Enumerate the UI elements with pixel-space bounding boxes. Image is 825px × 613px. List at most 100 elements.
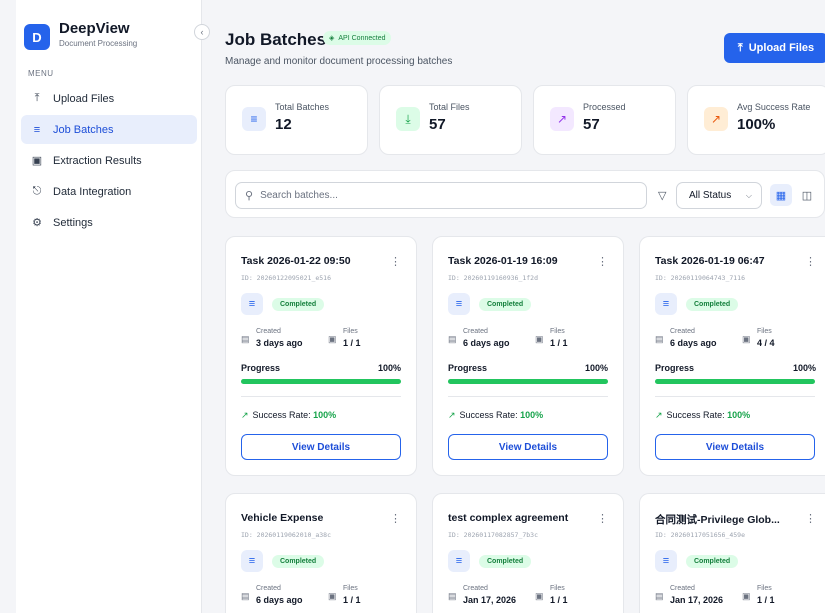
success-rate-label: Success Rate: [459,410,518,420]
stat-label: Total Files [429,102,470,112]
file-icon: ▣ [742,334,751,344]
file-icon: ▣ [535,334,544,344]
menu-heading: MENU [28,69,54,78]
more-icon[interactable]: ⋮ [597,512,608,525]
progress-bar [448,379,608,384]
created-value: 6 days ago [463,338,510,348]
files-value: 1 / 1 [343,595,361,605]
created-label: Created [256,328,281,335]
trend-up-icon: ↗ [241,410,249,420]
trend-up-icon: ↗ [448,410,456,420]
sidebar-item-label: Extraction Results [53,154,142,167]
calendar-icon: ▤ [448,591,457,601]
files-value: 1 / 1 [550,595,568,605]
card-id: ID: 20260122095021_e516 [241,274,332,282]
card-title: Task 2026-01-22 09:50 [241,255,351,267]
files-label: Files [550,585,565,592]
upload-files-label: Upload Files [748,42,815,54]
card-id: ID: 20260119062010_a38c [241,531,332,539]
sidebar: D DeepView Document Processing ‹ MENU ⤒ … [16,0,210,613]
status-badge: Completed [272,298,325,311]
stat-card-total-files: ⤓ Total Files 57 [379,85,522,155]
chevron-left-icon[interactable]: ‹ [194,24,210,40]
stat-label: Processed [583,102,626,112]
file-icon: ▣ [328,334,337,344]
files-label: Files [343,585,358,592]
chevron-down-icon: ⌵ [745,190,752,200]
view-toggle: ▦ ◫ [770,184,822,208]
created-value: 3 days ago [256,338,303,348]
api-status-label: API Connected [338,34,386,42]
files-value: 4 / 4 [757,338,775,348]
stat-card-total-batches: ≡ Total Batches 12 [225,85,368,155]
calendar-icon: ▤ [655,591,664,601]
brand[interactable]: D DeepView Document Processing [24,20,137,50]
stat-value: 100% [737,116,776,133]
view-details-button[interactable]: View Details [655,434,815,460]
more-icon[interactable]: ⋮ [390,512,401,525]
status-badge: Completed [479,555,532,568]
card-id: ID: 20260119160936_1f2d [448,274,539,282]
sidebar-item-upload-files[interactable]: ⤒ Upload Files [21,84,197,113]
view-details-button[interactable]: View Details [448,434,608,460]
plug-icon: ⎋ [32,185,42,197]
upload-icon: ⤒ [34,92,40,104]
batch-card: Task 2026-01-19 16:09 ⋮ ID: 202601191609… [432,236,624,476]
created-value: Jan 17, 2026 [670,595,724,605]
more-icon[interactable]: ⋮ [390,255,401,268]
more-icon[interactable]: ⋮ [805,512,816,525]
card-id: ID: 20260117082857_7b3c [448,531,539,539]
created-value: 6 days ago [256,595,303,605]
layers-icon: ≡ [33,123,41,136]
card-id: ID: 20260119064743_7116 [655,274,746,282]
created-label: Created [670,328,695,335]
sidebar-item-label: Settings [53,216,93,229]
grid-icon[interactable]: ▦ [770,184,792,206]
stat-card-processed: ↗ Processed 57 [533,85,676,155]
success-rate: ↗ Success Rate: 100% [655,410,750,421]
upload-files-button[interactable]: ⤒ Upload Files [724,33,825,63]
search-box: ⚲ [235,182,647,209]
files-value: 1 / 1 [550,338,568,348]
success-rate-label: Success Rate: [666,410,725,420]
table-icon[interactable]: ◫ [796,184,818,206]
sidebar-item-data-integration[interactable]: ⎋ Data Integration [21,177,197,206]
progress-bar [655,379,815,384]
card-title: Task 2026-01-19 16:09 [448,255,558,267]
files-label: Files [343,328,358,335]
status-badge: Completed [272,555,325,568]
stat-label: Avg Success Rate [737,102,811,112]
layers-icon: ≡ [448,550,470,572]
success-rate: ↗ Success Rate: 100% [448,410,543,421]
stat-value: 57 [429,116,446,133]
filter-icon[interactable]: ▽ [658,189,666,202]
sidebar-item-job-batches[interactable]: ≡ Job Batches [21,115,197,144]
divider [655,396,815,397]
brand-logo: D [24,24,50,50]
calendar-icon: ▤ [448,334,457,344]
card-title: Vehicle Expense [241,512,324,524]
layers-icon: ≡ [242,107,266,131]
files-value: 1 / 1 [757,595,775,605]
search-icon: ⚲ [245,190,254,202]
status-select[interactable]: All Status ⌵ [676,182,762,209]
sidebar-item-settings[interactable]: ⚙ Settings [21,208,197,237]
sidebar-item-extraction-results[interactable]: ▣ Extraction Results [21,146,197,175]
stat-value: 57 [583,116,600,133]
divider [448,396,608,397]
more-icon[interactable]: ⋮ [597,255,608,268]
calendar-icon: ▤ [655,334,664,344]
search-input[interactable] [260,190,621,201]
view-details-button[interactable]: View Details [241,434,401,460]
wifi-icon: ◈ [329,35,335,42]
files-label: Files [757,328,772,335]
trend-up-icon: ↗ [704,107,728,131]
card-title: Task 2026-01-19 06:47 [655,255,765,267]
progress-label: Progress [241,363,281,373]
brand-title: DeepView [59,20,130,37]
created-label: Created [256,585,281,592]
batch-card: 合同测试-Privilege Glob... ⋮ ID: 20260117051… [639,493,825,613]
status-badge: Completed [686,555,739,568]
layers-icon: ≡ [655,550,677,572]
more-icon[interactable]: ⋮ [805,255,816,268]
